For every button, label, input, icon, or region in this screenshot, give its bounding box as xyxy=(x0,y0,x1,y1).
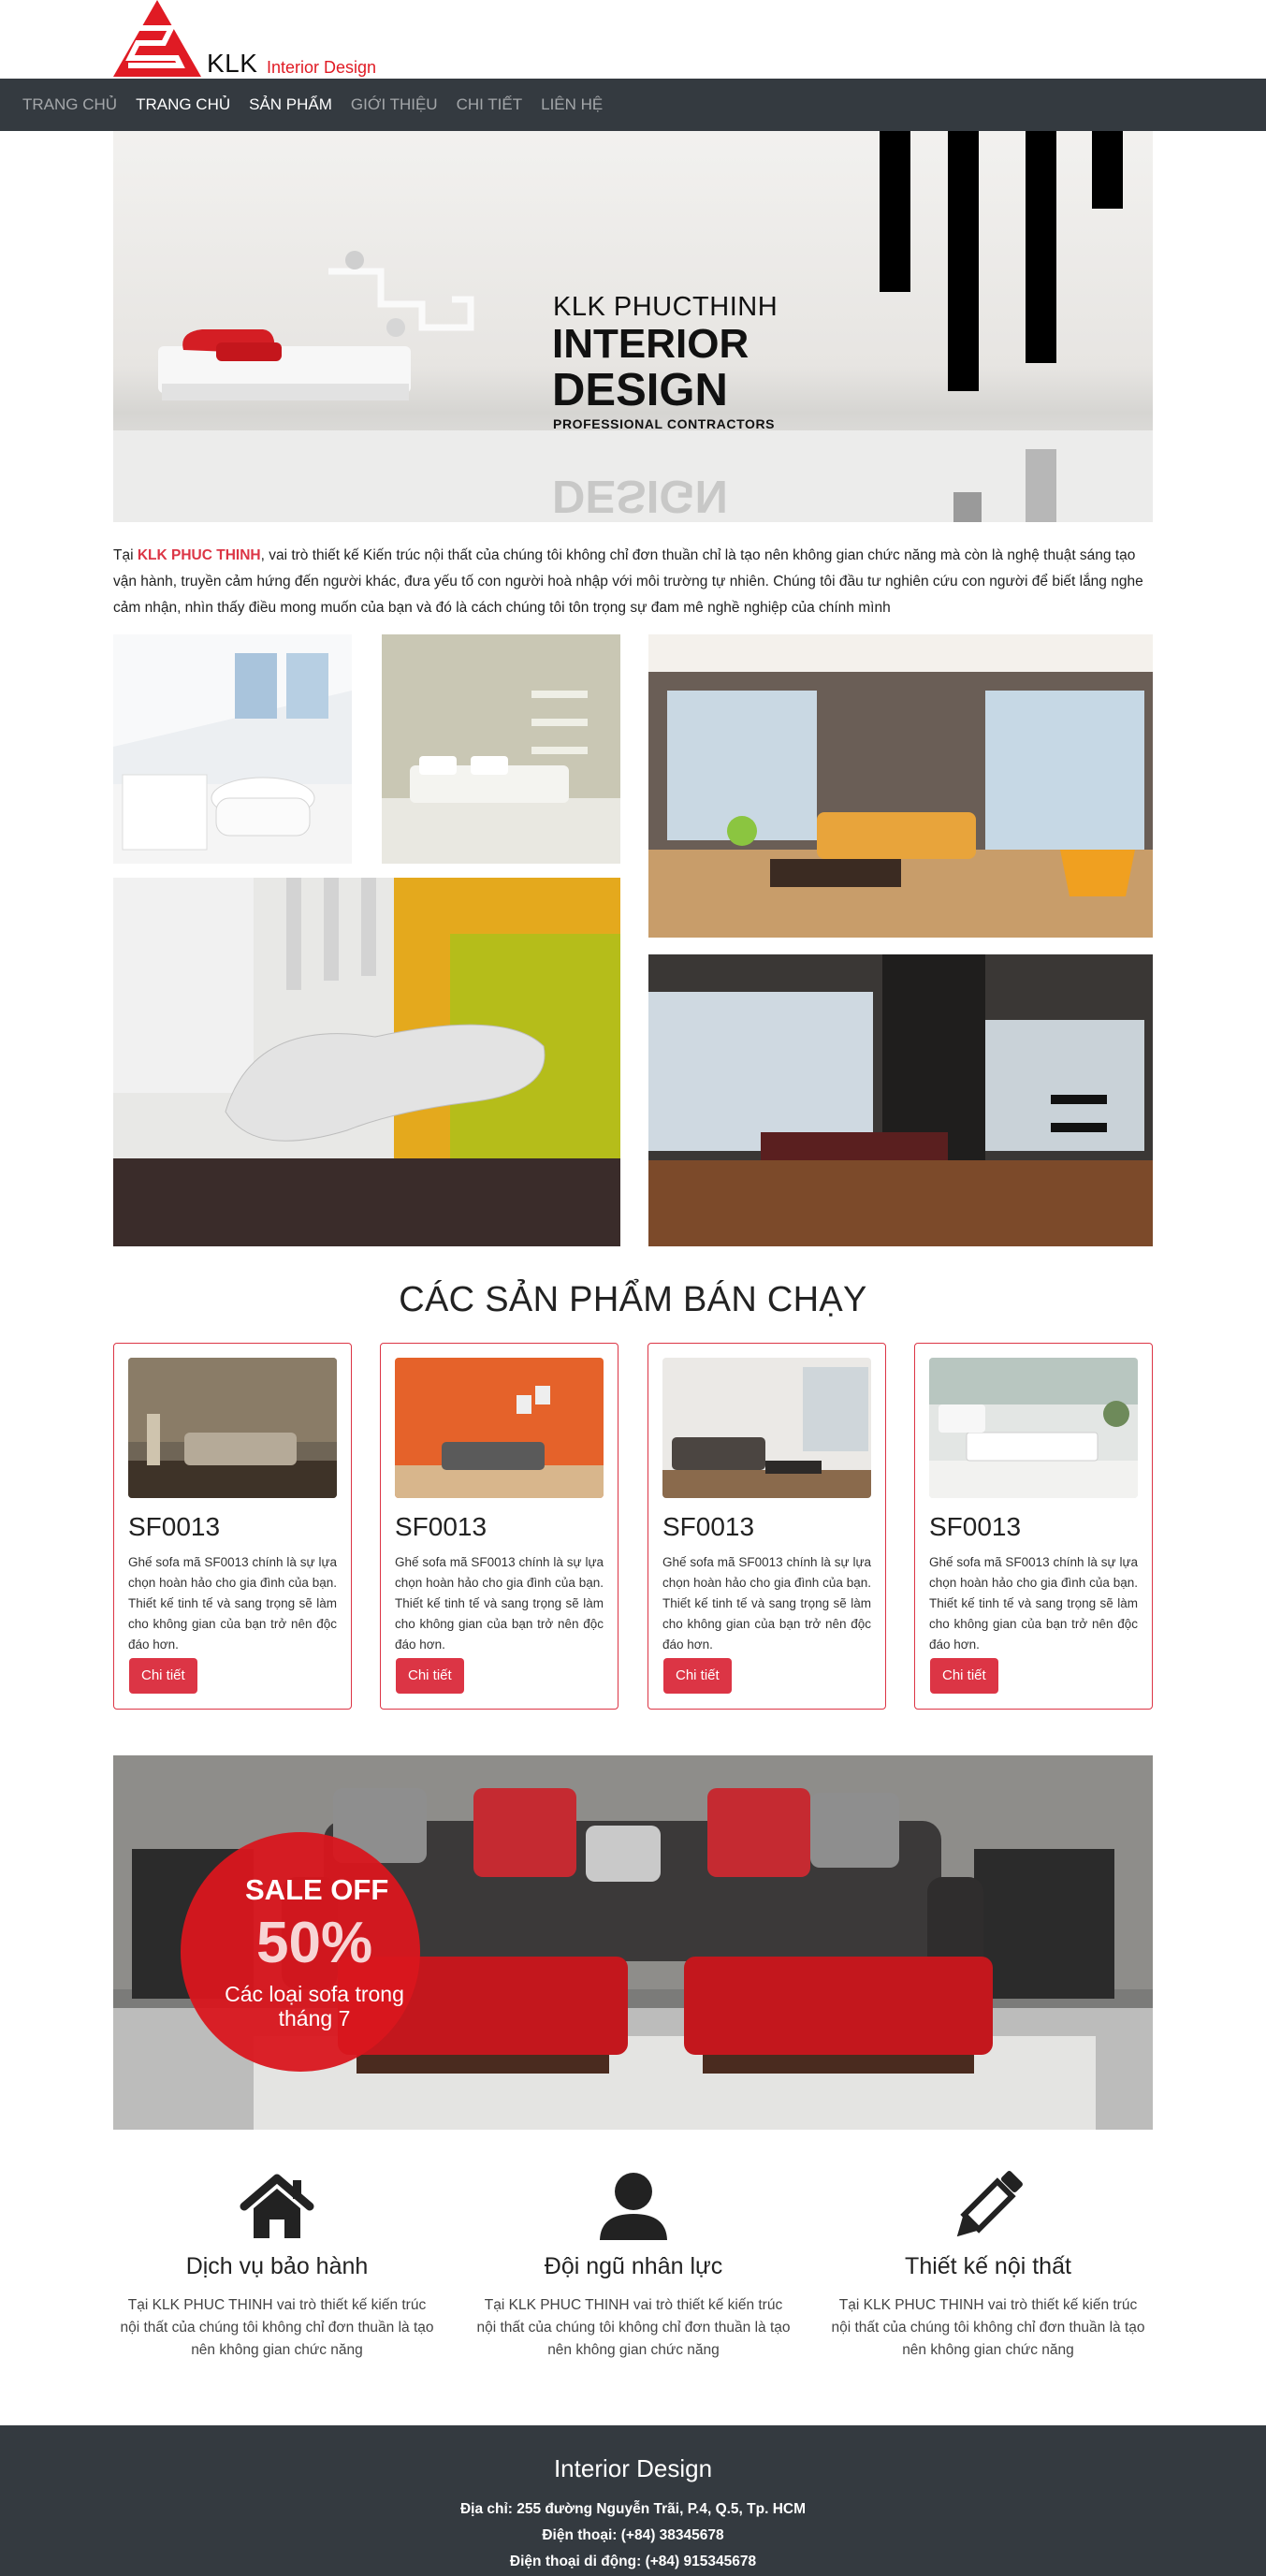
logo-bar: KLK Interior Design xyxy=(0,0,1266,79)
gallery-image-bathroom[interactable] xyxy=(113,634,352,864)
hero-line-2: INTERIOR xyxy=(552,321,749,367)
gallery-image-orange-sofa[interactable] xyxy=(648,634,1153,938)
feature-text: Tại KLK PHUC THINH vai trò thiết kế kiến… xyxy=(476,2297,791,2358)
navbar-brand[interactable]: TRANG CHỦ xyxy=(22,95,117,114)
intro-brand: KLK PHUC THINH xyxy=(137,547,261,563)
product-code: SF0013 xyxy=(662,1512,755,1541)
gallery-image-living-white[interactable] xyxy=(382,634,620,864)
nav-item-san-pham[interactable]: SẢN PHẨM xyxy=(249,95,332,114)
product-card: SF0013 Ghế sofa mã SF0013 chính là sự lự… xyxy=(380,1343,618,1710)
sale-percent: 50% xyxy=(256,1911,373,1975)
product-card: SF0013 Ghế sofa mã SF0013 chính là sự lự… xyxy=(914,1343,1153,1710)
intro-paragraph: Tại KLK PHUC THINH, vai trò thiết kế Kiế… xyxy=(113,543,1153,621)
product-image-4[interactable] xyxy=(929,1358,1138,1498)
product-code: SF0013 xyxy=(929,1512,1022,1541)
sale-description: Các loại sofa trong tháng 7 xyxy=(225,1982,404,2030)
product-image-3[interactable] xyxy=(662,1358,871,1498)
feature-text: Tại KLK PHUC THINH vai trò thiết kế kiến… xyxy=(831,2297,1145,2358)
sale-label: SALE OFF xyxy=(245,1873,389,1906)
gallery-image-kitchen[interactable] xyxy=(648,954,1153,1246)
feature-title: Dịch vụ bảo hành xyxy=(185,2253,369,2279)
main-navbar: TRANG CHỦ TRANG CHỦ SẢN PHẨM GIỚI THIỆU … xyxy=(0,79,1266,131)
product-image-2[interactable] xyxy=(395,1358,604,1498)
footer-title: Interior Design xyxy=(553,2454,713,2482)
feature-design: Thiết kế nội thất Tại KLK PHUC THINH vai… xyxy=(810,2171,1166,2362)
hero-banner: KLK PHUCTHINH INTERIOR DESIGN PROFESSION… xyxy=(113,131,1153,522)
home-icon xyxy=(240,2174,314,2238)
feature-title: Thiết kế nội thất xyxy=(905,2253,1071,2279)
product-detail-button[interactable]: Chi tiết xyxy=(396,1658,464,1694)
nav-item-trang-chu[interactable]: TRANG CHỦ xyxy=(136,95,230,114)
product-desc: Ghế sofa mã SF0013 chính là sự lựa chọn … xyxy=(395,1555,604,1652)
product-card: SF0013 Ghế sofa mã SF0013 chính là sự lự… xyxy=(113,1343,352,1710)
product-card: SF0013 Ghế sofa mã SF0013 chính là sự lự… xyxy=(648,1343,886,1710)
feature-text: Tại KLK PHUC THINH vai trò thiết kế kiến… xyxy=(120,2297,434,2358)
logo-name: KLK xyxy=(207,49,258,78)
footer-address: Địa chỉ: 255 đường Nguyễn Trãi, P.4, Q.5… xyxy=(459,2501,807,2517)
gallery-image-modern-chair[interactable] xyxy=(113,878,620,1246)
bestseller-title: CÁC SẢN PHẨM BÁN CHẠY xyxy=(399,1280,867,1319)
nav-item-lien-he[interactable]: LIÊN HỆ xyxy=(541,95,603,114)
intro-prefix: Tại xyxy=(113,547,138,563)
feature-warranty: Dịch vụ bảo hành Tại KLK PHUC THINH vai … xyxy=(99,2171,455,2362)
product-detail-button[interactable]: Chi tiết xyxy=(930,1658,998,1694)
footer-phone: Điện thoại: (+84) 38345678 xyxy=(542,2527,724,2543)
hero-reflection: DESIGN xyxy=(552,471,728,521)
product-desc: Ghế sofa mã SF0013 chính là sự lựa chọn … xyxy=(128,1555,337,1652)
intro-text: , vai trò thiết kế Kiến trúc nội thất củ… xyxy=(113,547,1143,616)
product-detail-button[interactable]: Chi tiết xyxy=(129,1658,197,1694)
pencil-icon xyxy=(956,2171,1023,2237)
product-detail-button[interactable]: Chi tiết xyxy=(663,1658,732,1694)
user-icon xyxy=(600,2173,667,2240)
product-desc: Ghế sofa mã SF0013 chính là sự lựa chọn … xyxy=(662,1555,871,1652)
hero-line-1: KLK PHUCTHINH xyxy=(553,292,779,322)
product-code: SF0013 xyxy=(128,1512,221,1541)
logo-tagline: Interior Design xyxy=(267,58,377,77)
hero-line-3: DESIGN xyxy=(552,365,728,415)
nav-item-gioi-thieu[interactable]: GIỚI THIỆU xyxy=(351,95,438,114)
site-footer: Interior Design Địa chỉ: 255 đường Nguyễ… xyxy=(0,2425,1266,2576)
footer-mobile: Điện thoại di động: (+84) 915345678 xyxy=(509,2554,757,2569)
feature-title: Đội ngũ nhân lực xyxy=(544,2253,723,2279)
hero-line-4: PROFESSIONAL CONTRACTORS xyxy=(553,416,776,431)
product-image-1[interactable] xyxy=(128,1358,337,1498)
nav-item-chi-tiet[interactable]: CHI TIẾT xyxy=(457,95,523,114)
feature-staff: Đội ngũ nhân lực Tại KLK PHUC THINH vai … xyxy=(456,2171,811,2362)
product-desc: Ghế sofa mã SF0013 chính là sự lựa chọn … xyxy=(929,1555,1138,1652)
product-code: SF0013 xyxy=(395,1512,487,1541)
